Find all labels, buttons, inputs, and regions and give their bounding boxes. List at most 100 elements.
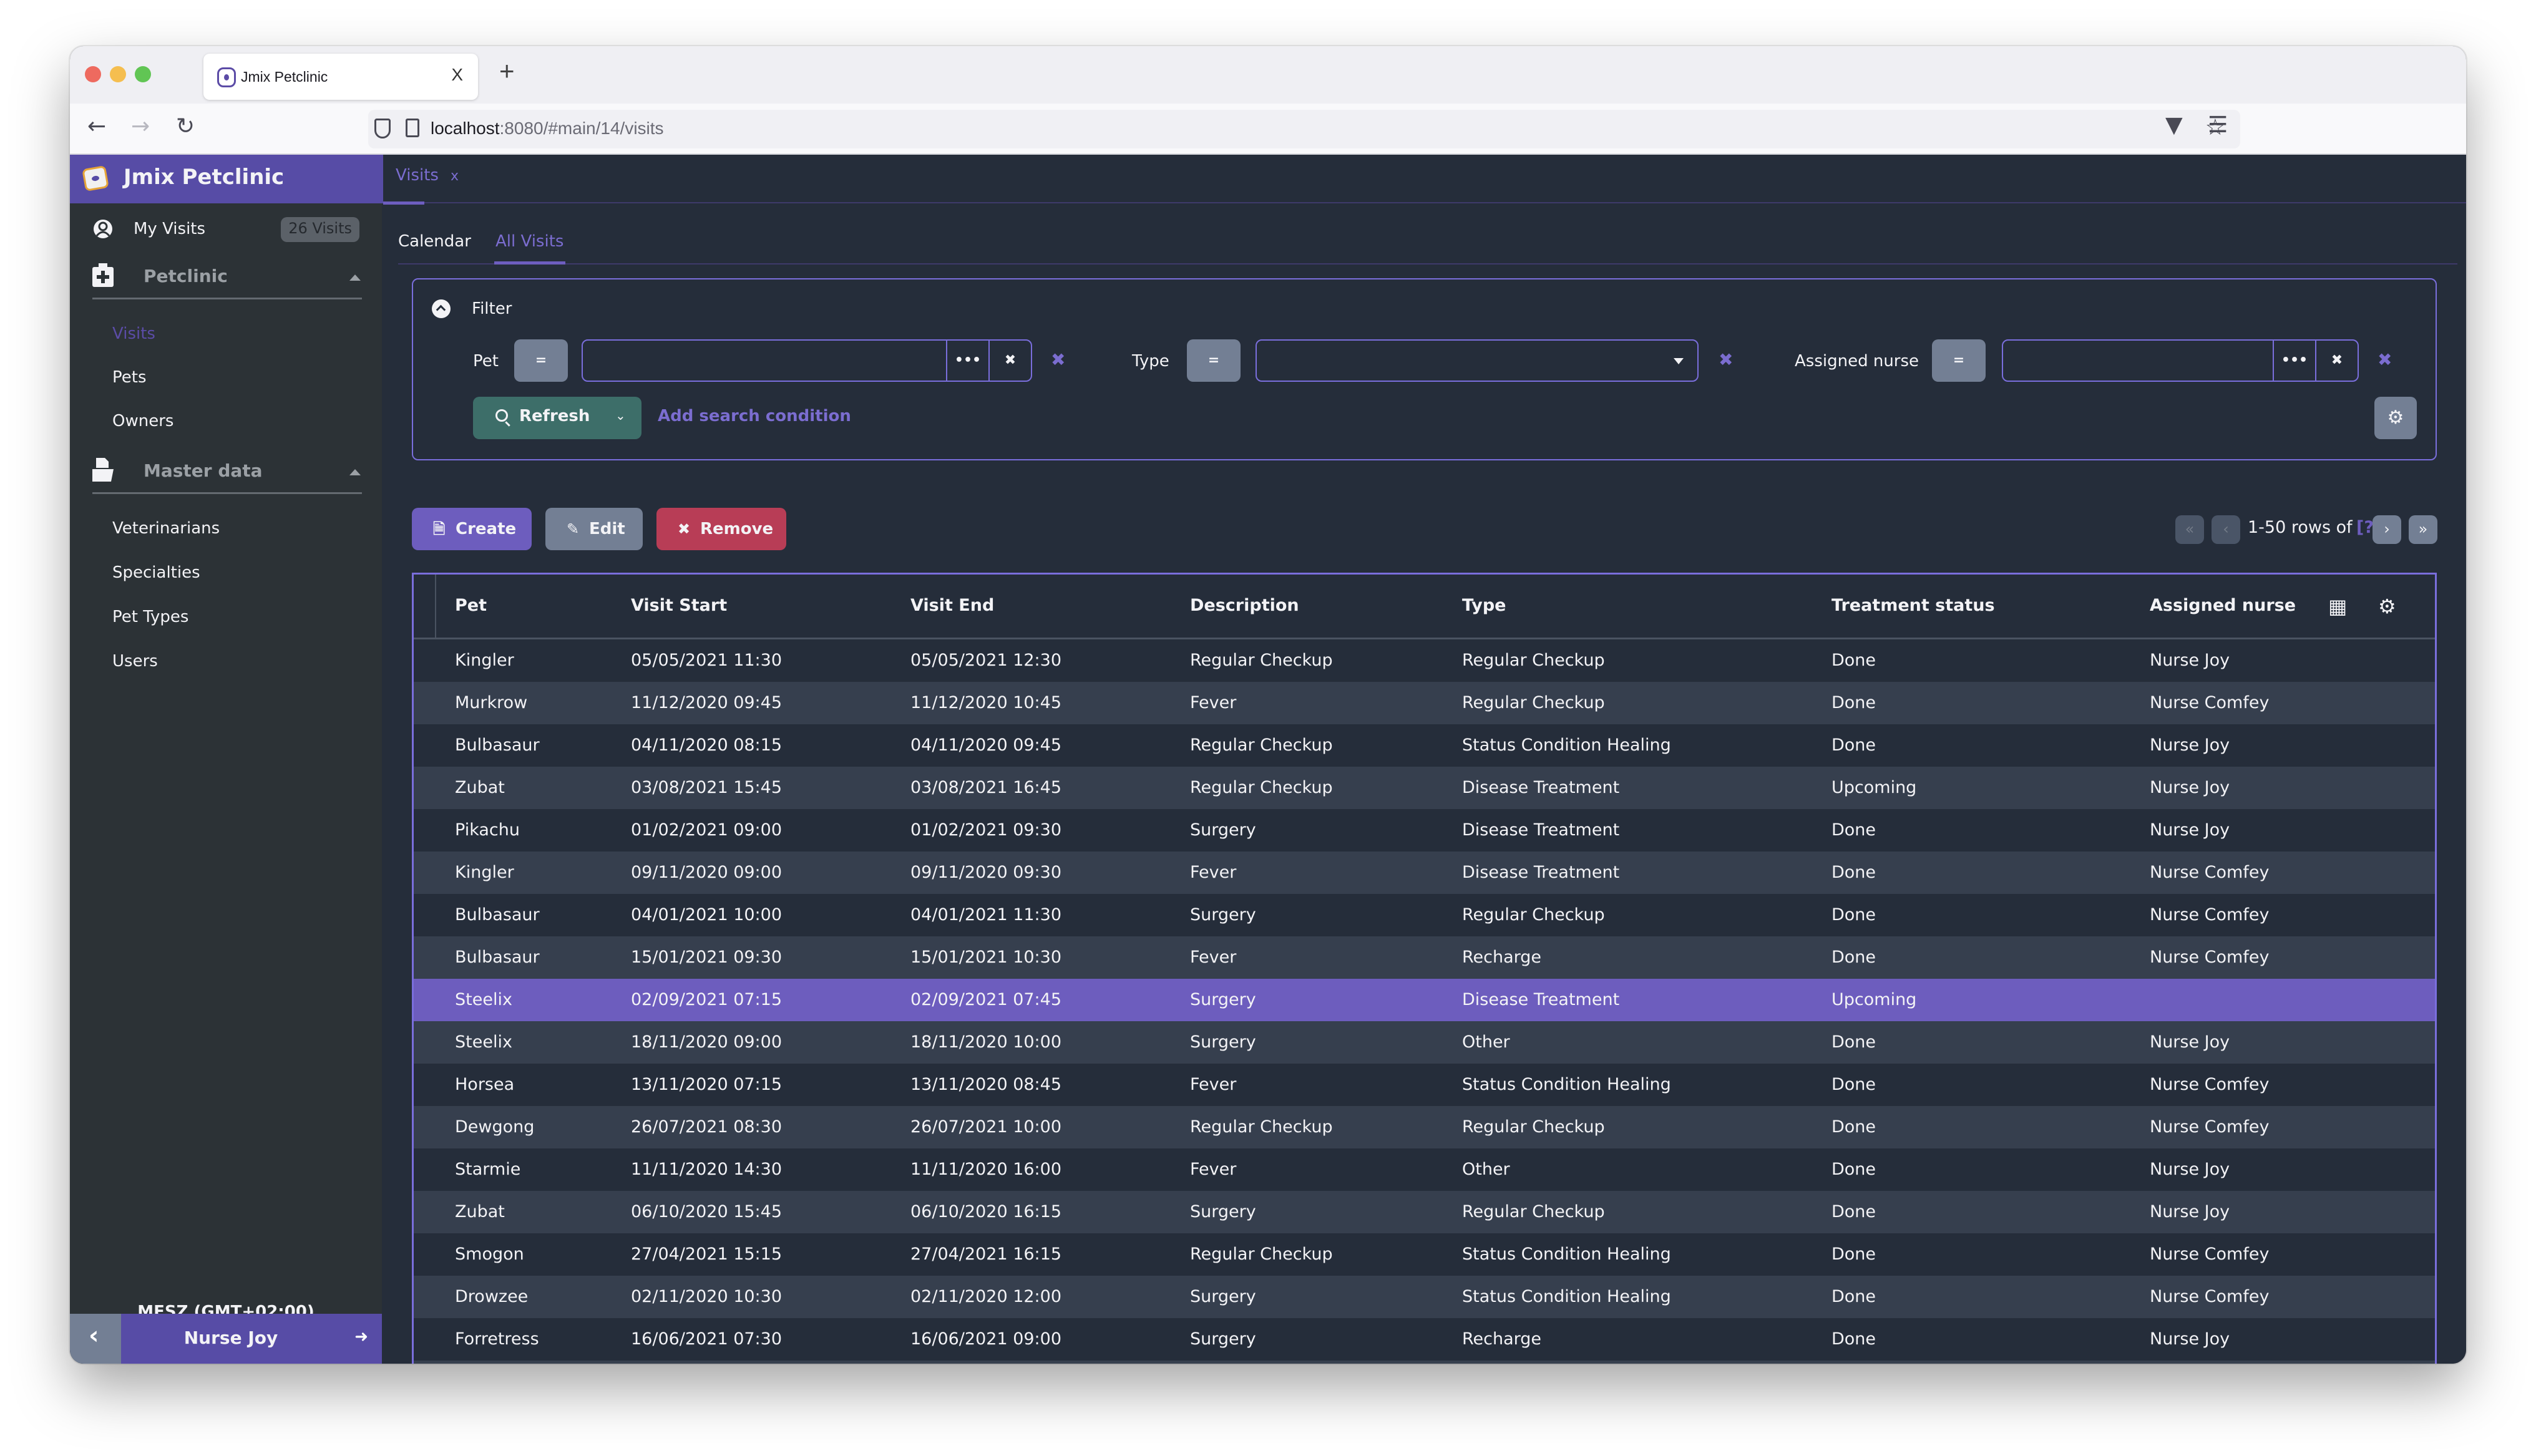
pocket-icon[interactable]: ▼: [2165, 112, 2183, 138]
table-row[interactable]: Steelix 18/11/2020 09:00 18/11/2020 10:00 S…: [414, 1021, 2435, 1064]
edit-button[interactable]: ✎ Edit: [545, 508, 643, 550]
table-row[interactable]: Horsea 13/11/2020 07:15 13/11/2020 08:45 Fe…: [414, 1064, 2435, 1106]
prev-page-icon[interactable]: ‹: [2212, 515, 2240, 544]
sidebar-item-pets[interactable]: Pets: [112, 368, 147, 387]
cell-assigned-nurse: Nurse Comfey: [2150, 693, 2270, 712]
maximize-window-button[interactable]: [135, 66, 151, 82]
sidebar-item-users[interactable]: Users: [112, 652, 158, 671]
next-page-icon[interactable]: ›: [2373, 515, 2401, 544]
address-bar[interactable]: localhost:8080/#main/14/visits ☆: [368, 110, 2240, 148]
sidebar-item-visits[interactable]: Visits: [112, 324, 155, 343]
remove-pet-condition-icon[interactable]: ✖: [1051, 349, 1065, 370]
column-header-description[interactable]: Description: [1190, 596, 1299, 615]
cell-visit-end: 27/04/2021 16:15: [910, 1245, 1062, 1264]
table-row[interactable]: Starmie 11/11/2020 14:30 11/11/2020 16:00 F…: [414, 1148, 2435, 1191]
shield-icon[interactable]: [374, 119, 391, 138]
type-operator-button[interactable]: =: [1187, 339, 1241, 382]
collapse-filter-icon[interactable]: [432, 299, 451, 318]
user-menu[interactable]: Nurse Joy ➜: [121, 1314, 382, 1364]
cell-visit-start: 16/06/2021 07:30: [631, 1329, 783, 1349]
hamburger-menu-icon[interactable]: ☰: [2208, 112, 2228, 138]
browser-tab[interactable]: Jmix Petclinic X: [203, 54, 478, 100]
column-control-grid-icon[interactable]: ▦: [2328, 595, 2347, 618]
last-page-icon[interactable]: »: [2409, 515, 2437, 544]
cell-type: Regular Checkup: [1462, 1202, 1605, 1221]
add-search-condition-link[interactable]: Add search condition: [658, 407, 851, 425]
tab-visits[interactable]: Visits x: [382, 155, 471, 205]
sidebar-item-pet-types[interactable]: Pet Types: [112, 608, 188, 626]
assigned-nurse-field[interactable]: ••• ✖: [2002, 339, 2359, 382]
type-select[interactable]: [1256, 339, 1699, 382]
table-row[interactable]: Murkrow 11/12/2020 09:45 11/12/2020 10:45 F…: [414, 682, 2435, 724]
cell-pet: Drowzee: [455, 1287, 529, 1306]
sidebar-group-master-data[interactable]: Master data: [92, 453, 362, 494]
sidebar-item-owners[interactable]: Owners: [112, 412, 173, 430]
table-row[interactable]: Forretress 16/06/2021 07:30 16/06/2021 09:…: [414, 1318, 2435, 1361]
cell-visit-end: 03/08/2021 16:45: [910, 778, 1062, 797]
table-row[interactable]: Drowzee 02/11/2020 10:30 02/11/2020 12:00 S…: [414, 1276, 2435, 1318]
pet-field[interactable]: ••• ✖: [582, 339, 1032, 382]
table-row[interactable]: Kingler 05/05/2021 11:30 05/05/2021 12:30 R…: [414, 639, 2435, 682]
column-header-visit-start[interactable]: Visit Start: [631, 596, 727, 615]
clear-icon[interactable]: ✖: [988, 341, 1031, 381]
tab-calendar[interactable]: Calendar: [398, 232, 471, 251]
assigned-nurse-operator-button[interactable]: =: [1932, 339, 1986, 382]
collapse-sidebar-button[interactable]: ‹: [70, 1314, 121, 1364]
table-row[interactable]: Bulbasaur 04/01/2021 10:00 04/01/2021 11:3…: [414, 894, 2435, 936]
cell-description: Fever: [1190, 1160, 1237, 1179]
cell-pet: Bulbasaur: [455, 735, 540, 755]
lookup-icon[interactable]: •••: [2273, 341, 2315, 381]
remove-type-condition-icon[interactable]: ✖: [1719, 349, 1733, 370]
column-header-assigned-nurse[interactable]: Assigned nurse: [2150, 596, 2296, 615]
sidebar-group-petclinic[interactable]: Petclinic: [92, 258, 362, 299]
remove-button[interactable]: ✖ Remove: [656, 508, 786, 550]
sidebar-item-my-visits[interactable]: My Visits 26 Visits: [70, 211, 382, 248]
table-row[interactable]: Kingler 09/11/2020 09:00 09/11/2020 09:30 F…: [414, 852, 2435, 894]
new-file-icon: 🗎: [433, 520, 446, 538]
table-row[interactable]: Pikachu 01/02/2021 09:00 01/02/2021 09:30 S…: [414, 809, 2435, 852]
clear-icon[interactable]: ✖: [2315, 341, 2358, 381]
filter-settings-gear-icon[interactable]: ⚙: [2374, 397, 2417, 439]
tab-visits-label: Visits: [396, 166, 439, 185]
tab-all-visits[interactable]: All Visits: [494, 232, 566, 265]
cell-type: Regular Checkup: [1462, 693, 1605, 712]
table-row[interactable]: Smogon16/09/2020 11:4516/09/2020 12:15Fe…: [414, 1361, 2435, 1364]
table-row[interactable]: Dewgong 26/07/2021 08:30 26/07/2021 10:00 R…: [414, 1106, 2435, 1148]
first-page-icon[interactable]: «: [2175, 515, 2204, 544]
column-header-visit-end[interactable]: Visit End: [910, 596, 994, 615]
create-button[interactable]: 🗎 Create: [412, 508, 532, 550]
minimize-window-button[interactable]: [110, 66, 126, 82]
table-row[interactable]: Bulbasaur 04/11/2020 08:15 04/11/2020 09:4…: [414, 724, 2435, 767]
cell-visit-end: 04/01/2021 11:30: [910, 905, 1062, 925]
cell-description: Regular Checkup: [1190, 1117, 1333, 1137]
refresh-button[interactable]: Refresh ⌄: [473, 397, 641, 439]
back-arrow-icon[interactable]: ←: [87, 114, 106, 139]
cell-type: Disease Treatment: [1462, 778, 1620, 797]
pet-operator-button[interactable]: =: [514, 339, 568, 382]
new-tab-button[interactable]: +: [499, 56, 515, 86]
column-header-type[interactable]: Type: [1462, 596, 1506, 615]
close-window-button[interactable]: [85, 66, 101, 82]
forward-arrow-icon[interactable]: →: [131, 114, 150, 139]
cell-type: Regular Checkup: [1462, 1117, 1605, 1137]
column-header-treatment-status[interactable]: Treatment status: [1831, 596, 1995, 615]
chevron-down-icon[interactable]: ⌄: [615, 408, 626, 423]
table-row[interactable]: Zubat 06/10/2020 15:45 06/10/2020 16:15 Sur…: [414, 1191, 2435, 1233]
remove-assigned-nurse-condition-icon[interactable]: ✖: [2378, 349, 2392, 370]
reload-icon[interactable]: ↻: [176, 114, 195, 139]
table-row[interactable]: Smogon 27/04/2021 15:15 27/04/2021 16:15 Re…: [414, 1233, 2435, 1276]
close-tab-icon[interactable]: X: [451, 65, 463, 85]
caret-up-icon: [349, 469, 361, 475]
table-settings-gear-icon[interactable]: ⚙: [2378, 595, 2396, 618]
lookup-icon[interactable]: •••: [946, 341, 988, 381]
table-row[interactable]: Steelix 02/09/2021 07:15 02/09/2021 07:45 S…: [414, 979, 2435, 1021]
page-icon[interactable]: [406, 119, 419, 137]
url-text[interactable]: localhost:8080/#main/14/visits: [431, 119, 664, 138]
close-tab-icon[interactable]: x: [451, 168, 459, 184]
column-header-pet[interactable]: Pet: [455, 596, 487, 615]
logout-icon[interactable]: ➜: [354, 1327, 368, 1346]
sidebar-item-specialties[interactable]: Specialties: [112, 563, 200, 582]
table-row[interactable]: Bulbasaur 15/01/2021 09:30 15/01/2021 10:3…: [414, 936, 2435, 979]
table-row[interactable]: Zubat 03/08/2021 15:45 03/08/2021 16:45 Reg…: [414, 767, 2435, 809]
sidebar-item-veterinarians[interactable]: Veterinarians: [112, 519, 220, 538]
